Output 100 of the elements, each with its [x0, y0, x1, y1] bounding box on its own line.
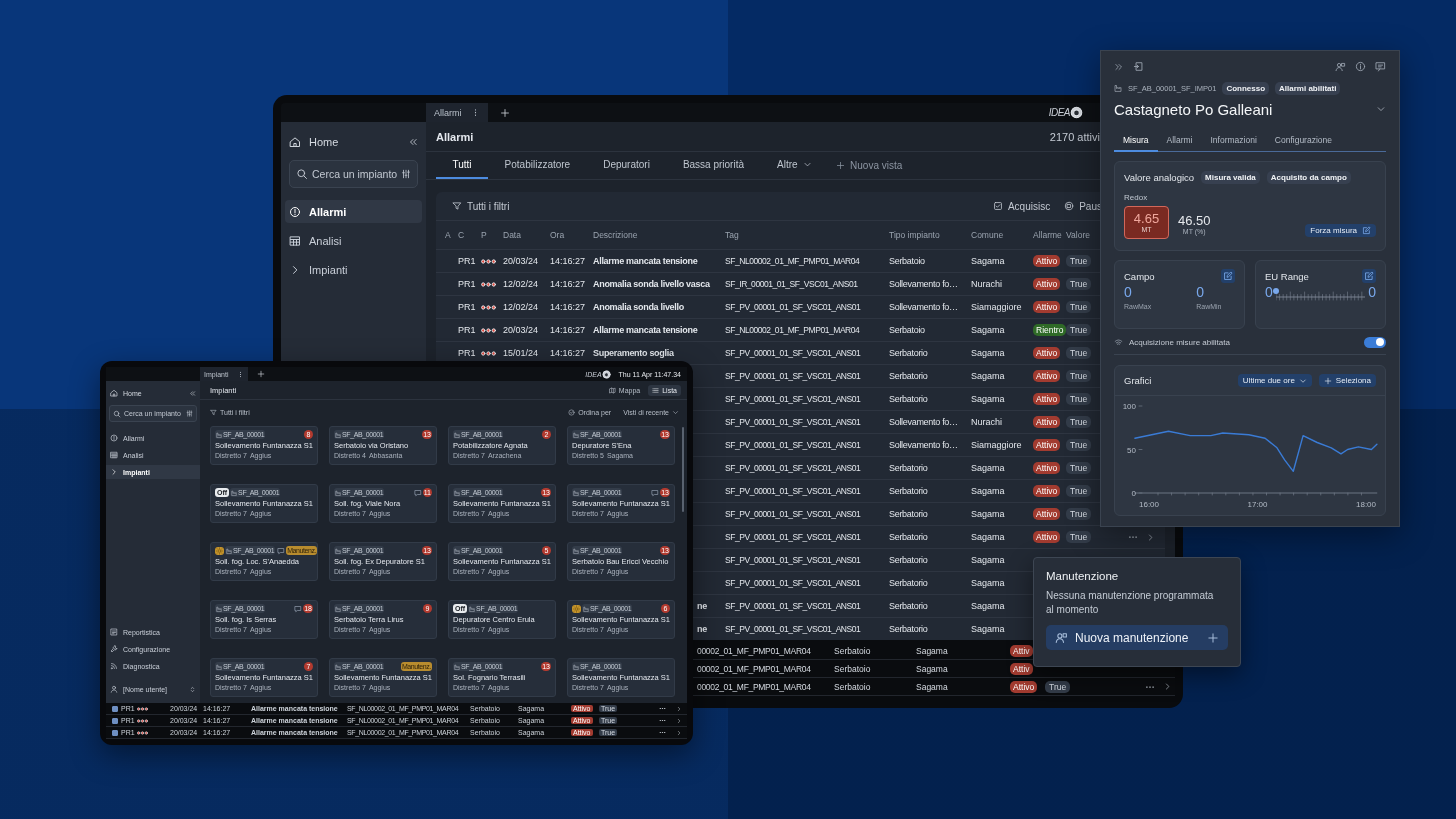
table-cell: Sagama	[971, 256, 1005, 266]
table-cell: 12/02/24	[503, 279, 539, 289]
table-cell-text: 00002_01_MF_PMP01_MAR04	[697, 663, 812, 674]
priority-dots-icon	[481, 259, 496, 264]
expand-icon[interactable]	[1114, 61, 1124, 72]
kebab-icon[interactable]	[237, 370, 244, 378]
add-tab-icon[interactable]	[257, 370, 265, 378]
range-dropdown[interactable]: Ultime due ore	[1237, 374, 1312, 387]
tab[interactable]: Allarmi	[1157, 130, 1202, 152]
table-cell: Allarme mancata tensione	[593, 256, 698, 266]
table-cell: 14:16:27	[550, 302, 586, 312]
table-cell: Sollevamento fo…	[889, 417, 958, 427]
range-min: 0	[1265, 284, 1273, 301]
plus-icon	[1323, 376, 1332, 385]
scrollbar[interactable]	[682, 427, 684, 512]
value-badge: True	[1066, 393, 1092, 405]
add-tab-icon[interactable]	[500, 107, 510, 118]
select-button[interactable]: Seleziona	[1318, 374, 1376, 387]
sliders-icon[interactable]	[401, 169, 412, 179]
home-icon	[289, 136, 301, 148]
table-cell: Anomalia sonda livello vasca	[593, 279, 710, 289]
logo: IDEA	[1048, 107, 1070, 118]
force-measure-button[interactable]: Forza misura	[1305, 223, 1376, 237]
nav-item[interactable]: Impianti	[285, 258, 422, 281]
more-icon[interactable]	[659, 729, 666, 736]
status-badge: Attivo	[1033, 393, 1061, 405]
table-cell: Sagama	[971, 509, 1005, 519]
status-badge: Rientro	[1033, 324, 1067, 336]
table-cell: PR1	[458, 325, 476, 335]
view-tab[interactable]: Potabilizzatore	[488, 152, 587, 179]
more-icon[interactable]	[659, 717, 666, 724]
priority-dots-icon	[481, 305, 496, 310]
exit-icon[interactable]	[1133, 61, 1144, 73]
status-badge: Attivo	[1033, 462, 1061, 474]
signal-icon	[110, 662, 118, 670]
toggle-switch[interactable]	[1364, 336, 1386, 348]
wifi-icon	[1114, 337, 1123, 347]
chevron-right-icon[interactable]	[1163, 682, 1172, 691]
status-badge: Acquisito da campo	[1266, 170, 1351, 184]
view-tab[interactable]: Altre	[760, 152, 829, 179]
tab[interactable]: Allarmi	[426, 103, 488, 122]
table-cell: Sollevamento fo…	[889, 440, 958, 450]
priority-dots-icon	[481, 328, 496, 333]
column-header: P	[481, 230, 488, 240]
edit-icon[interactable]	[1362, 269, 1376, 284]
collapse-icon[interactable]	[189, 389, 196, 397]
row-checkbox[interactable]	[112, 717, 118, 724]
measure-value: 46.50	[1178, 212, 1211, 228]
row-checkbox[interactable]	[112, 705, 118, 712]
table-cell: Serbatorio	[889, 578, 928, 588]
status-badge: Attivo	[1033, 347, 1061, 359]
table-cell: Sagama	[971, 578, 1005, 588]
edit-icon[interactable]	[1221, 269, 1235, 284]
tab[interactable]: Informazioni	[1201, 130, 1266, 152]
status-badge: Attivo	[1033, 416, 1061, 428]
table-cell-text: Sagama	[916, 663, 949, 674]
chevron-right-icon	[110, 468, 118, 476]
column-header: A	[445, 230, 452, 240]
table-cell: Superamento soglia	[593, 348, 674, 358]
new-maintenance-button[interactable]: Nuova manutenzione	[1046, 625, 1228, 650]
value-badge: True	[1066, 485, 1092, 497]
slider-thumb[interactable]	[1272, 288, 1279, 295]
collapse-icon[interactable]	[408, 137, 418, 147]
info-icon[interactable]	[1355, 61, 1366, 73]
search-field[interactable]: Cerca un impianto	[289, 160, 418, 188]
view-tab[interactable]: Bassa priorità	[666, 152, 761, 179]
map-icon	[608, 386, 616, 394]
new-view-button[interactable]: Nuova vista	[828, 152, 911, 179]
column-header: Ora	[550, 230, 566, 240]
home-link[interactable]: Home	[309, 136, 339, 148]
table-cell: SF_PV_00001_01_SF_VSC01_ANS01	[725, 555, 861, 565]
range-slider[interactable]	[1275, 288, 1366, 303]
row-checkbox[interactable]	[112, 729, 118, 736]
table-cell: Sagama	[971, 348, 1005, 358]
value-badge: True	[1066, 531, 1092, 543]
tab[interactable]: Misura	[1114, 130, 1158, 152]
table-cell: Serbatorio	[889, 348, 928, 358]
table-cell: Siamaggiore	[971, 302, 1022, 312]
table-cell: Serbatorio	[889, 486, 928, 496]
people-icon[interactable]	[1335, 61, 1346, 73]
tab[interactable]: Configurazione	[1265, 130, 1341, 152]
plus-icon	[836, 161, 846, 170]
table-cell-text: Sagama	[916, 681, 949, 692]
toolbar-button[interactable]: Acquisisc	[992, 200, 1051, 212]
y-tick-label: 50	[1127, 445, 1136, 455]
table-cell: PR1	[458, 279, 476, 289]
raw-value: 0	[1124, 284, 1133, 301]
status-badge: Attivo	[1033, 485, 1061, 497]
sliders-icon[interactable]	[186, 410, 193, 417]
more-icon[interactable]	[659, 705, 666, 712]
table-cell: Sollevamento fo…	[889, 302, 958, 312]
nav-item[interactable]: Analisi	[285, 229, 422, 252]
filters-button[interactable]: Tutti i filtri	[452, 200, 510, 212]
view-tab[interactable]: Depuratori	[586, 152, 667, 179]
view-tab[interactable]: Tutti	[436, 152, 489, 179]
message-icon[interactable]	[1375, 61, 1386, 73]
table-cell: SF_PV_00001_01_SF_VSC01_ANS01	[725, 624, 861, 634]
status-badge: Attivo	[1033, 531, 1061, 543]
nav-item[interactable]: Allarmi	[285, 200, 422, 223]
priority-dots-icon	[137, 707, 148, 711]
